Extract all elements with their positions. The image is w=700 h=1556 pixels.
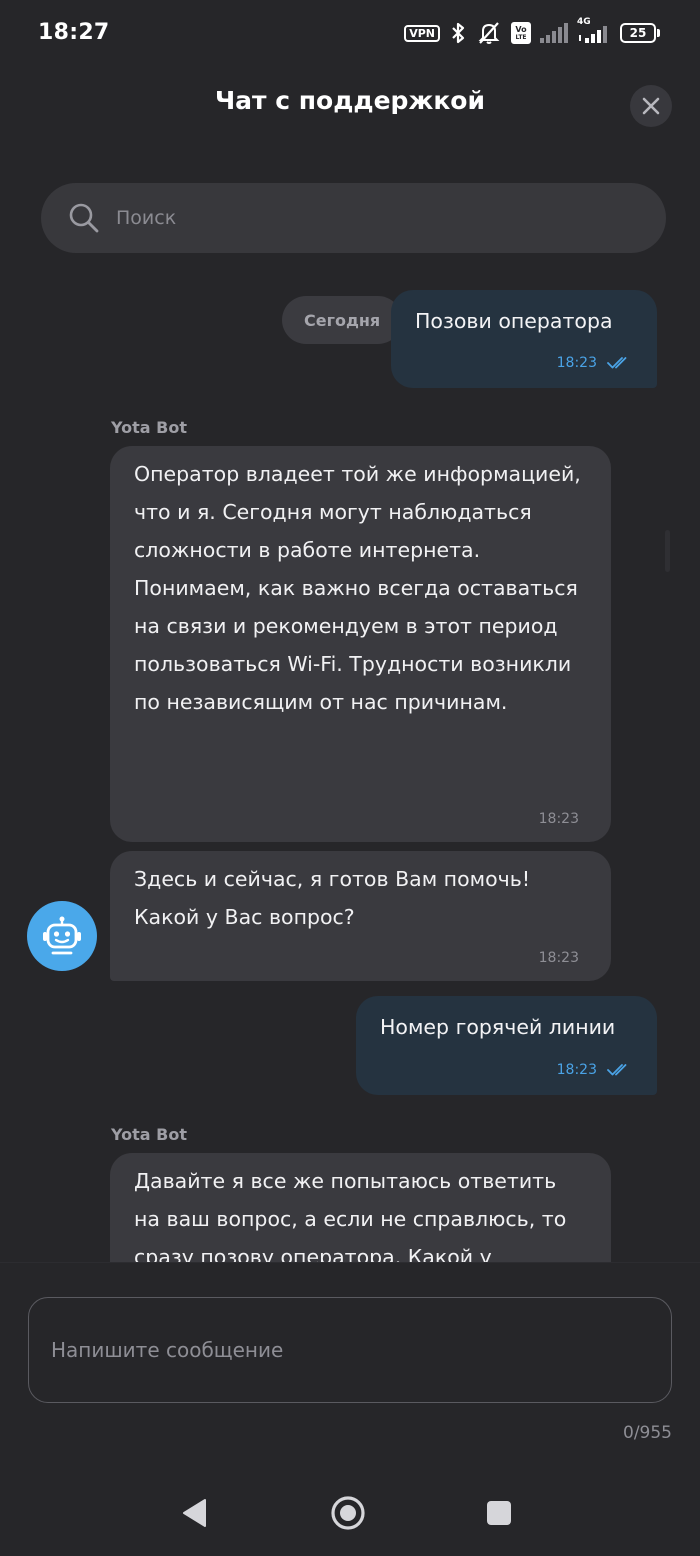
message-text: Здесь и сейчас, я готов Вам помочь! Како… bbox=[134, 867, 531, 929]
system-nav-bar bbox=[0, 1472, 700, 1556]
incoming-message[interactable]: Давайте я все же попытаюсь ответить на в… bbox=[110, 1153, 611, 1262]
volte-icon: Vo LTE bbox=[511, 22, 531, 44]
status-bar: 18:27 VPN Vo LTE 4G 25 bbox=[0, 0, 700, 70]
robot-icon bbox=[40, 914, 84, 958]
message-text: Оператор владеет той же информацией, что… bbox=[134, 462, 581, 714]
outgoing-message[interactable]: Позови оператора 18:23 bbox=[391, 290, 657, 388]
search-input[interactable] bbox=[114, 197, 642, 239]
scrollbar[interactable] bbox=[665, 530, 670, 572]
page-title: Чат с поддержкой bbox=[214, 86, 485, 115]
avatar bbox=[27, 901, 97, 971]
outgoing-message[interactable]: Номер горячей линии 18:23 bbox=[356, 996, 657, 1095]
back-button[interactable] bbox=[170, 1488, 220, 1538]
network-type-label: 4G bbox=[577, 17, 591, 27]
message-time: 18:23 bbox=[556, 1062, 597, 1078]
message-meta: 18:23 bbox=[557, 355, 631, 371]
close-button[interactable] bbox=[630, 85, 672, 127]
signal-icon-sim2: 4G bbox=[577, 17, 611, 43]
close-icon bbox=[642, 97, 660, 115]
status-icons: VPN Vo LTE 4G 25 bbox=[404, 17, 660, 48]
mute-bell-icon bbox=[476, 20, 502, 46]
message-input[interactable] bbox=[28, 1297, 672, 1403]
battery-level: 25 bbox=[629, 26, 647, 40]
recents-button[interactable] bbox=[474, 1488, 524, 1538]
double-check-icon bbox=[607, 356, 631, 370]
message-time: 18:23 bbox=[538, 811, 579, 827]
home-circle-icon bbox=[330, 1495, 366, 1531]
sender-name: Yota Bot bbox=[111, 418, 187, 437]
double-check-icon bbox=[607, 1063, 631, 1077]
message-time: 18:23 bbox=[538, 950, 579, 966]
signal-icon-sim1 bbox=[540, 23, 568, 43]
status-time: 18:27 bbox=[38, 20, 110, 45]
incoming-message[interactable]: Оператор владеет той же информацией, что… bbox=[110, 446, 611, 842]
message-list[interactable]: Сегодня Позови оператора 18:23 Yota Bot … bbox=[0, 270, 700, 1262]
home-button[interactable] bbox=[323, 1488, 373, 1538]
battery-icon: 25 bbox=[620, 23, 660, 43]
message-text: Давайте я все же попытаюсь ответить на в… bbox=[134, 1169, 567, 1262]
message-time: 18:23 bbox=[556, 355, 597, 371]
recents-square-icon bbox=[486, 1500, 512, 1526]
date-chip: Сегодня bbox=[282, 296, 403, 344]
char-counter: 0/955 bbox=[623, 1423, 672, 1443]
incoming-message[interactable]: Здесь и сейчас, я готов Вам помочь! Како… bbox=[110, 851, 611, 981]
back-triangle-icon bbox=[182, 1498, 208, 1528]
message-meta: 18:23 bbox=[557, 1062, 631, 1078]
message-text: Номер горячей линии bbox=[380, 1015, 616, 1039]
search-bar[interactable] bbox=[41, 183, 666, 253]
sender-name: Yota Bot bbox=[111, 1125, 187, 1144]
message-text: Позови оператора bbox=[415, 309, 613, 333]
composer: 0/955 bbox=[0, 1262, 700, 1473]
volte-label-top: Vo bbox=[515, 24, 527, 34]
vpn-icon: VPN bbox=[404, 24, 440, 42]
chat-header: Чат с поддержкой bbox=[0, 70, 700, 150]
search-icon bbox=[68, 202, 100, 234]
volte-label-bottom: LTE bbox=[515, 33, 527, 41]
bluetooth-icon bbox=[449, 21, 467, 45]
vpn-label: VPN bbox=[409, 26, 435, 40]
